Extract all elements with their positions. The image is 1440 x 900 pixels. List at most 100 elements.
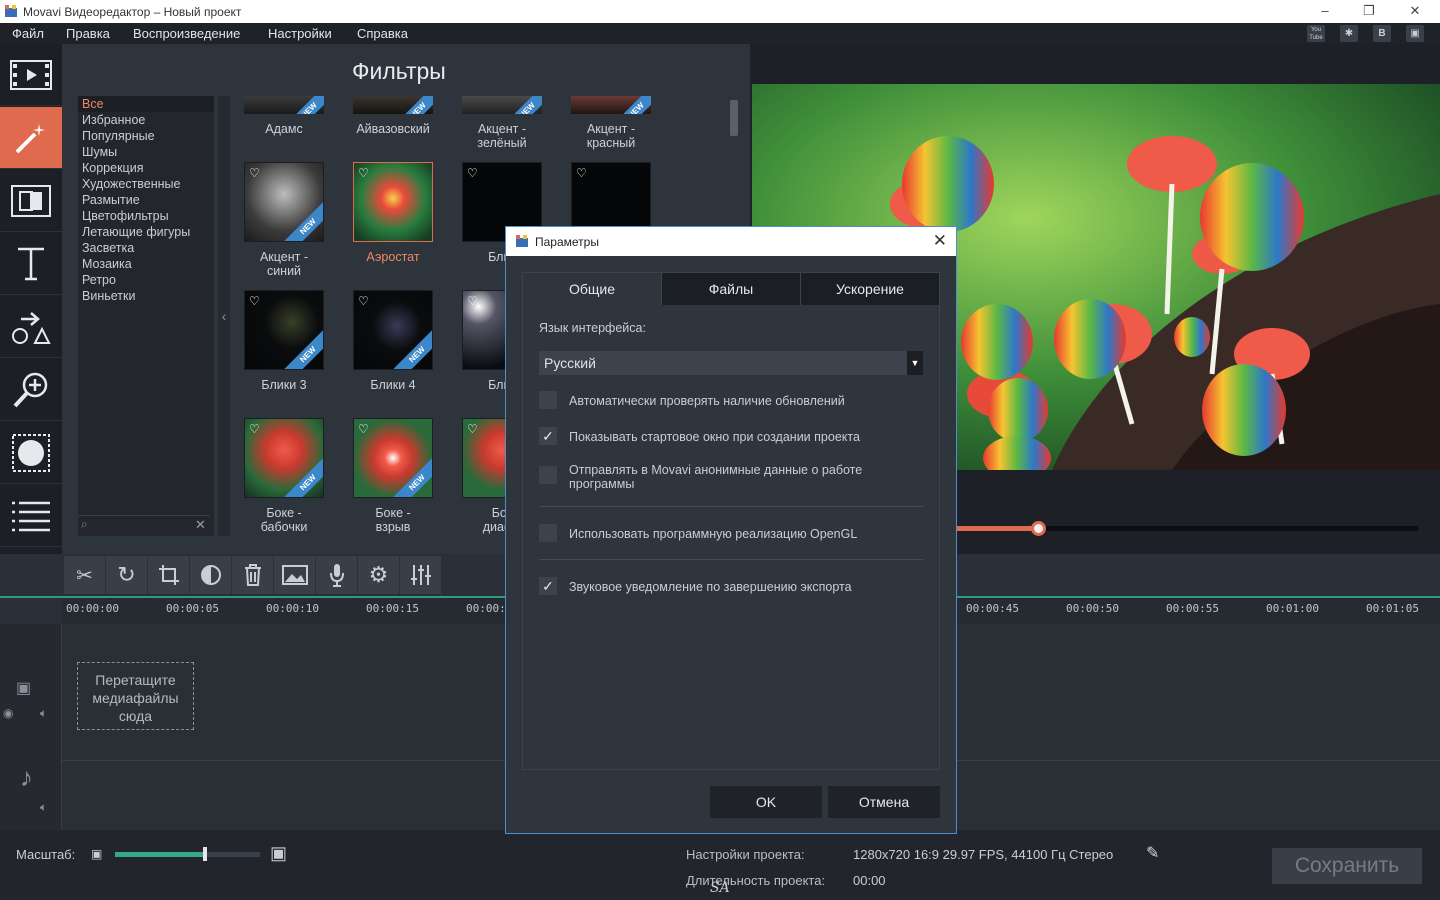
filter-thumb[interactable]: ♡ NEW [244,162,324,242]
filter-thumb[interactable]: ♡ NEW [353,290,433,370]
youtube-icon[interactable]: You Tube [1307,25,1325,42]
tab-acceleration[interactable]: Ускорение [800,273,939,305]
callouts-button[interactable] [0,296,62,358]
filter-thumb[interactable]: NEW [462,96,542,114]
checkbox-anonymous-data[interactable] [539,466,557,484]
ok-button[interactable]: OK [710,786,822,818]
playback-position-handle[interactable] [1031,521,1046,536]
filter-label: Акцент - красный [586,122,636,150]
category-item[interactable]: Коррекция [82,161,143,175]
import-media-button[interactable] [0,44,62,106]
category-item[interactable]: Засветка [82,241,134,255]
odnoklassniki-icon[interactable]: ✱ [1340,25,1358,42]
checkbox-auto-updates[interactable] [539,391,557,409]
favorite-icon[interactable]: ♡ [467,166,478,180]
category-item[interactable]: Размытие [82,193,140,207]
menu-settings[interactable]: Настройки [268,26,332,41]
filter-thumb-selected[interactable]: ♡ [353,162,433,242]
category-item[interactable]: Популярные [82,129,155,143]
favorite-icon[interactable]: ♡ [467,422,478,436]
checkbox-sound-notification[interactable]: ✓ [539,577,557,595]
zoom-pan-button[interactable] [0,359,62,421]
zoom-out-icon[interactable]: ▣ [91,847,102,861]
menu-file[interactable]: Файл [12,26,44,41]
tab-files[interactable]: Файлы [661,273,800,305]
crop-button[interactable] [148,556,189,594]
titles-button[interactable] [0,233,62,295]
eye-icon[interactable]: ◉ [3,706,13,720]
clip-properties-button[interactable]: ⚙ [358,556,399,594]
category-item[interactable]: Художественные [82,177,181,191]
filter-thumb[interactable]: ♡ NEW [244,418,324,498]
mute-video-icon[interactable]: 🔈︎ [40,706,47,721]
color-adjust-button[interactable] [190,556,231,594]
dropdown-arrow-icon: ▼ [907,351,923,375]
category-item[interactable]: Летающие фигуры [82,225,190,239]
duration-label: Длительность проекта: [686,873,826,888]
microphone-icon [329,564,344,587]
duration-value: 00:00 [853,873,886,888]
chat-icon[interactable]: ▣ [1406,25,1424,42]
filter-thumb[interactable]: NEW [571,96,651,114]
rotate-button[interactable]: ↻ [106,556,147,594]
mosaic-button[interactable] [0,422,62,484]
record-voice-button[interactable] [316,556,357,594]
more-tools-button[interactable] [0,485,62,547]
category-item[interactable]: Шумы [82,145,117,159]
vk-icon[interactable]: В [1373,25,1391,42]
mute-audio-icon[interactable]: 🔈︎ [40,800,47,815]
insert-image-button[interactable] [274,556,315,594]
menu-edit[interactable]: Правка [66,26,110,41]
scissors-icon: ✂ [76,564,93,587]
language-select[interactable]: Русский ▼ [539,351,923,375]
favorite-icon[interactable]: ♡ [576,166,587,180]
category-item[interactable]: Мозаика [82,257,132,271]
filters-button[interactable] [0,107,62,169]
checkmark-icon: ✓ [542,578,554,594]
category-item[interactable]: Все [82,97,104,111]
favorite-icon[interactable]: ♡ [358,294,369,308]
menu-help[interactable]: Справка [357,26,408,41]
category-item[interactable]: Виньетки [82,289,135,303]
favorite-icon[interactable]: ♡ [467,294,478,308]
pencil-icon[interactable]: ✎ [1146,843,1159,863]
filter-thumb[interactable]: NEW [353,96,433,114]
category-search-input[interactable]: ⌕ ✕ [78,515,210,535]
minimize-button[interactable]: – [1302,0,1348,23]
delete-button[interactable] [232,556,273,594]
save-button[interactable]: Сохранить [1272,848,1422,884]
filters-scrollbar[interactable] [730,100,738,136]
zoom-in-icon[interactable]: ▣ [270,843,287,864]
menu-playback[interactable]: Воспроизведение [133,26,240,41]
cut-button[interactable]: ✂ [64,556,105,594]
close-window-button[interactable]: ✕ [1392,0,1438,23]
favorite-icon[interactable]: ♡ [358,166,369,180]
tab-general[interactable]: Общие [523,273,661,305]
category-item[interactable]: Ретро [82,273,116,287]
favorite-icon[interactable]: ♡ [358,422,369,436]
category-item[interactable]: Избранное [82,113,145,127]
checkbox-opengl[interactable] [539,524,557,542]
close-dialog-icon[interactable]: ✕ [933,231,947,251]
checkbox-start-window[interactable]: ✓ [539,427,557,445]
rotate-icon: ↻ [117,562,136,587]
cancel-button[interactable]: Отмена [828,786,940,818]
filter-thumb[interactable]: ♡ NEW [244,290,324,370]
zoom-slider-handle[interactable] [203,847,207,861]
collapse-categories-button[interactable]: ‹ [218,96,230,536]
filter-thumb[interactable]: NEW [244,96,324,114]
media-dropzone[interactable]: Перетащите медиафайлы сюда [77,662,194,730]
zoom-slider-fill [115,852,205,857]
audio-equalizer-button[interactable] [400,556,441,594]
restore-button[interactable]: ❐ [1346,0,1392,23]
favorite-icon[interactable]: ♡ [249,166,260,180]
filter-label: Адамс [265,122,303,136]
clear-search-icon[interactable]: ✕ [195,517,206,533]
text-icon [18,247,44,280]
category-item[interactable]: Цветофильтры [82,209,169,223]
transitions-button[interactable] [0,170,62,232]
filter-thumb[interactable]: ♡ NEW [353,418,433,498]
film-icon [10,59,52,90]
favorite-icon[interactable]: ♡ [249,422,260,436]
favorite-icon[interactable]: ♡ [249,294,260,308]
